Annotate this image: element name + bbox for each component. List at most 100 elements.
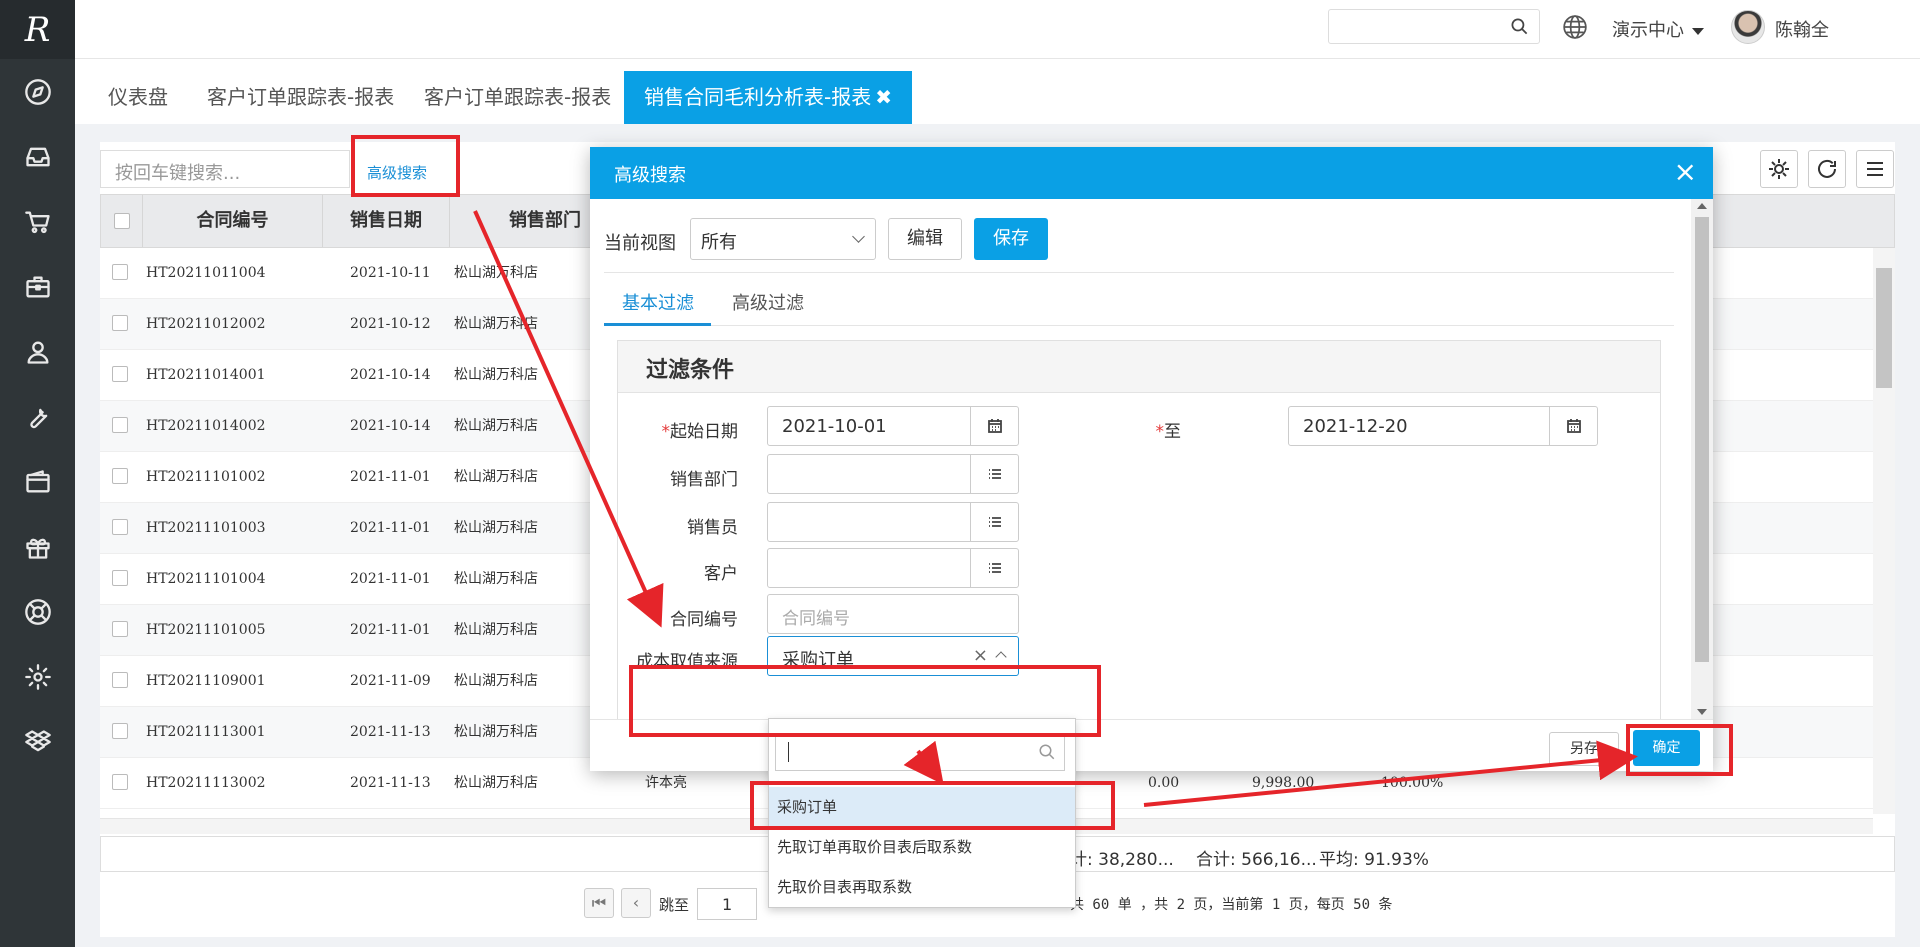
tab-dashboard[interactable]: 仪表盘 [108,71,168,124]
cell-date: 2021-11-09 [350,673,431,689]
view-select-value: 所有 [701,232,737,253]
cell-contract-no: HT20211101005 [146,622,266,638]
start-date-input[interactable]: 2021-10-01 [767,406,1019,446]
row-checkbox[interactable] [112,315,128,331]
list-icon[interactable] [970,503,1018,541]
row-checkbox[interactable] [112,774,128,790]
edit-button[interactable]: 编辑 [888,218,962,260]
settings-button[interactable] [1760,150,1798,188]
dropdown-option-pricelist-coef[interactable]: 先取价目表再取系数 [769,867,1075,907]
customer-input[interactable] [767,548,1019,588]
gear-icon [1769,159,1789,179]
row-checkbox[interactable] [112,723,128,739]
wrench-icon[interactable] [0,384,75,449]
row-checkbox[interactable] [112,519,128,535]
view-select[interactable]: 所有 [690,218,876,260]
close-icon[interactable]: × [1674,155,1697,188]
gift-icon[interactable] [0,514,75,579]
cell-dept: 松山湖万科店 [454,520,538,536]
tab-advanced-filter[interactable]: 高级过滤 [732,289,804,315]
cell-dept: 松山湖万科店 [454,775,538,791]
dept-input[interactable] [767,454,1019,494]
select-all-cell [101,195,143,247]
filter-conditions: 过滤条件 *起始日期 2021-10-01 *至 2021-12-20 销售部门… [617,340,1661,719]
cell-contract-no: HT20211101003 [146,520,266,536]
first-page-button[interactable]: ⏮ [584,888,614,918]
cell-date: 2021-11-13 [350,775,431,791]
dropdown-option-order-pricelist-coef[interactable]: 先取订单再取价目表后取系数 [769,827,1075,867]
cell-contract-no: HT20211101004 [146,571,266,587]
gear-icon[interactable] [0,644,75,709]
table-search-input[interactable]: 按回车键搜索... [100,150,350,188]
save-as-button[interactable]: 另存 [1549,732,1619,766]
annotation-box-confirm [1626,724,1733,776]
start-date-label: *起始日期 [618,417,739,442]
calendar-icon[interactable] [970,407,1018,445]
demo-center-menu[interactable]: 演示中心 [1612,16,1704,42]
scroll-up-arrow[interactable] [1697,203,1707,209]
tab-basic-filter[interactable]: 基本过滤 [622,289,694,315]
cell-contract-no: HT20211012002 [146,316,266,332]
prev-page-button[interactable]: ‹ [621,888,651,918]
cell-date: 2021-10-11 [350,265,431,281]
tab-order-tracking-1[interactable]: 客户订单跟踪表-报表 [207,71,394,124]
tab-contract-profit[interactable]: 销售合同毛利分析表-报表 ✖ [624,71,912,124]
inbox-icon[interactable] [0,124,75,189]
goto-label: 跳至 [659,896,690,914]
customer-label: 客户 [704,564,738,584]
globe-icon[interactable] [1562,14,1588,40]
summary-sum-1: 计: 38,280... [1070,850,1174,870]
row-checkbox[interactable] [112,417,128,433]
search-icon[interactable] [1510,17,1529,36]
list-icon[interactable] [970,455,1018,493]
cell-date: 2021-10-14 [350,367,431,383]
required-mark: * [1155,422,1165,442]
contract-no-input[interactable]: 合同编号 [767,594,1019,634]
col-contract-no[interactable]: 合同编号 [143,195,323,247]
global-search-input[interactable] [1328,9,1540,44]
lifebuoy-icon[interactable] [0,579,75,644]
end-date-input[interactable]: 2021-12-20 [1288,406,1598,446]
dialog-scrollbar[interactable] [1691,199,1713,719]
menu-button[interactable] [1856,150,1894,188]
wallet-icon[interactable] [0,449,75,514]
refresh-button[interactable] [1808,150,1846,188]
scroll-down-arrow[interactable] [1697,709,1707,715]
row-checkbox[interactable] [112,468,128,484]
row-checkbox[interactable] [112,570,128,586]
select-all-checkbox[interactable] [113,213,130,229]
briefcase-icon[interactable] [0,254,75,319]
clear-icon[interactable]: × [973,645,988,666]
table-vertical-scrollbar[interactable] [1873,248,1895,814]
dept-label: 销售部门 [670,470,738,490]
user-icon[interactable] [0,319,75,384]
dropdown-search-input[interactable] [775,733,1065,771]
chevron-up-icon[interactable] [995,651,1007,663]
cart-icon[interactable] [0,189,75,254]
user-name[interactable]: 陈翰全 [1775,16,1829,42]
row-checkbox[interactable] [112,366,128,382]
row-checkbox[interactable] [112,672,128,688]
dropbox-icon[interactable] [0,709,75,774]
scroll-thumb[interactable] [1876,268,1892,388]
close-icon[interactable]: ✖ [875,85,892,109]
avatar[interactable] [1731,10,1765,44]
row-checkbox[interactable] [112,621,128,637]
page-number-input[interactable]: 1 [697,888,757,920]
row-checkbox[interactable] [112,264,128,280]
scroll-thumb[interactable] [1695,217,1709,662]
list-icon[interactable] [970,549,1018,587]
cell-contract-no: HT20211014002 [146,418,266,434]
required-mark: * [661,422,671,442]
col-sale-date[interactable]: 销售日期 [323,195,450,247]
salesman-input[interactable] [767,502,1019,542]
save-button[interactable]: 保存 [974,218,1048,260]
dialog-title: 高级搜索 [614,165,686,186]
filter-title: 过滤条件 [618,341,1660,393]
compass-icon[interactable] [0,59,75,124]
calendar-icon[interactable] [1549,407,1597,445]
tab-order-tracking-2[interactable]: 客户订单跟踪表-报表 [424,71,611,124]
app-logo[interactable]: R [0,0,75,59]
cell-date: 2021-11-13 [350,724,431,740]
view-label: 当前视图 [604,233,676,254]
